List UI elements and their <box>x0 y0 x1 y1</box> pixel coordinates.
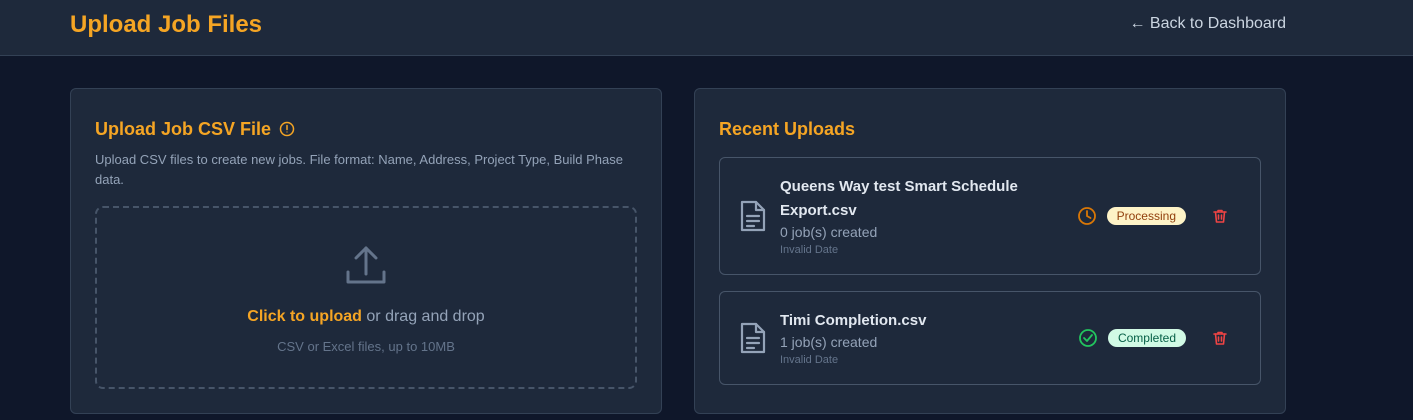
delete-icon[interactable] <box>1212 208 1228 224</box>
recent-uploads-panel: Recent Uploads Queens Way test Smart Sch… <box>694 88 1286 414</box>
check-circle-icon <box>1078 328 1098 348</box>
file-info: Timi Completion.csv 1 job(s) created Inv… <box>780 309 1060 369</box>
top-bar: Upload Job Files ← Back to Dashboard <box>0 0 1413 56</box>
upload-panel-heading: Upload Job CSV File <box>95 118 295 140</box>
clock-icon <box>1077 206 1097 226</box>
file-name: Queens Way test Smart Schedule Export.cs… <box>780 178 1018 219</box>
click-to-upload-link[interactable]: Click to upload <box>247 308 362 325</box>
upload-item: Timi Completion.csv 1 job(s) created Inv… <box>719 291 1261 385</box>
upload-date: Invalid Date <box>780 354 839 366</box>
back-to-dashboard-link[interactable]: ← Back to Dashboard <box>1129 14 1286 34</box>
file-dropzone[interactable]: Click to upload or drag and drop CSV or … <box>95 206 637 389</box>
status-badge: Processing <box>1106 207 1186 225</box>
upload-icon <box>344 244 388 288</box>
upload-date: Invalid Date <box>780 244 839 256</box>
recent-uploads-heading: Recent Uploads <box>719 119 856 139</box>
status-area: Processing <box>1077 206 1228 226</box>
jobs-created: 0 job(s) created <box>780 224 878 240</box>
jobs-created: 1 job(s) created <box>780 334 878 350</box>
upload-description: Upload CSV files to create new jobs. Fil… <box>95 152 623 187</box>
file-name: Timi Completion.csv <box>780 312 927 329</box>
upload-panel: Upload Job CSV File Upload CSV files to … <box>70 88 662 414</box>
delete-icon[interactable] <box>1212 330 1228 346</box>
document-icon <box>738 199 768 233</box>
dropzone-instruction: Click to upload or drag and drop <box>97 307 635 327</box>
drag-drop-text: or drag and drop <box>361 308 485 325</box>
info-circle-icon[interactable] <box>279 121 295 137</box>
status-badge: Completed <box>1107 329 1186 347</box>
document-icon <box>738 321 768 355</box>
file-info: Queens Way test Smart Schedule Export.cs… <box>780 175 1060 259</box>
status-area: Completed <box>1078 328 1228 348</box>
upload-panel-title: Upload Job CSV File <box>95 119 272 139</box>
page-title: Upload Job Files <box>70 11 263 38</box>
upload-item: Queens Way test Smart Schedule Export.cs… <box>719 157 1261 275</box>
dropzone-hint: CSV or Excel files, up to 10MB <box>277 339 455 354</box>
